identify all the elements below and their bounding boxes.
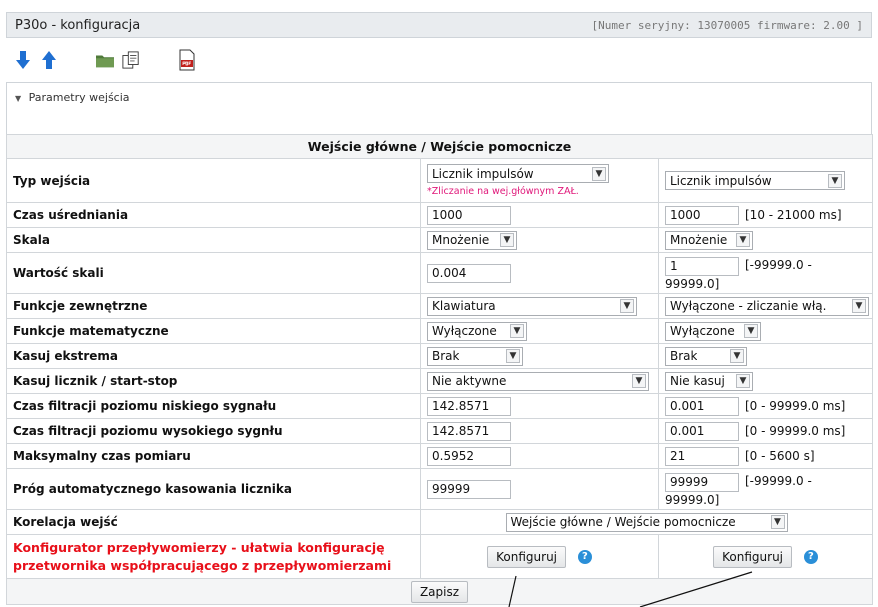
info-icon[interactable]: ? — [803, 549, 818, 564]
chevron-down-icon: ▼ — [500, 233, 514, 247]
folder-icon[interactable] — [96, 49, 114, 71]
external-functions-aux-select[interactable]: Wyłączone - zliczanie włą. ▼ — [665, 296, 869, 316]
scale-aux-select[interactable]: Mnożenie ▼ — [665, 230, 753, 250]
range-text-cont: 99999.0] — [665, 492, 720, 507]
table-row: Kasuj ekstrema Brak ▼ Brak ▼ — [6, 343, 873, 369]
info-icon[interactable]: ? — [577, 549, 592, 564]
table-row: Próg automatycznego kasowania licznika 9… — [6, 468, 873, 510]
row-label: Próg automatycznego kasowania licznika — [6, 468, 421, 510]
range-text: [10 - 21000 ms] — [745, 207, 842, 222]
table-row: Typ wejścia Licznik impulsów ▼ *Zliczani… — [6, 158, 873, 203]
chevron-down-icon: ▼ — [770, 515, 785, 529]
table-row: Czas filtracji poziomu niskiego sygnału … — [6, 393, 873, 419]
scale-main-select[interactable]: Mnożenie ▼ — [427, 230, 517, 250]
input-type-main-select[interactable]: Licznik impulsów ▼ — [427, 164, 609, 183]
row-label: Czas filtracji poziomu niskiego sygnału — [6, 393, 421, 419]
reset-extrema-aux-select[interactable]: Brak ▼ — [665, 346, 747, 366]
row-label: Kasuj licznik / start-stop — [6, 368, 421, 394]
serial-info: [Numer seryjny: 13070005 firmware: 2.00 … — [591, 18, 863, 32]
chevron-down-icon: ▼ — [592, 166, 606, 181]
table-row: Funkcje matematyczne Wyłączone ▼ Wyłączo… — [6, 318, 873, 344]
copy-icon[interactable] — [122, 49, 140, 71]
row-label: Skala — [6, 227, 421, 253]
low-filter-main-input[interactable]: 142.8571 — [427, 396, 511, 416]
arrow-down-icon[interactable] — [14, 49, 32, 71]
save-button[interactable]: Zapisz — [410, 580, 469, 603]
chevron-down-icon: ▼ — [632, 374, 646, 388]
table-row: Funkcje zewnętrzne Klawiatura ▼ Wyłączon… — [6, 293, 873, 319]
chevron-down-icon: ▼ — [736, 233, 750, 247]
reset-counter-main-select[interactable]: Nie aktywne ▼ — [427, 371, 649, 391]
window-titlebar: P30o - konfiguracja [Numer seryjny: 1307… — [6, 12, 872, 38]
row-label: Kasuj ekstrema — [6, 343, 421, 369]
table-row: Konfigurator przepływomierzy - ułatwia k… — [6, 534, 873, 579]
chevron-down-icon: ▼ — [506, 349, 520, 363]
range-text: [0 - 99999.0 ms] — [745, 423, 846, 438]
auto-reset-aux-input[interactable]: 99999 — [665, 472, 739, 492]
chevron-down-icon: ▼ — [510, 324, 524, 338]
chevron-down-icon: ▼ — [620, 299, 634, 313]
input-type-aux-select[interactable]: Licznik impulsów ▼ — [665, 171, 845, 190]
scale-value-main-input[interactable]: 0.004 — [427, 263, 511, 283]
parameters-panel: ▼ Parametry wejścia — [6, 82, 872, 134]
reset-extrema-main-select[interactable]: Brak ▼ — [427, 346, 523, 366]
panel-title: Parametry wejścia — [28, 91, 130, 104]
auto-reset-main-input[interactable]: 99999 — [427, 479, 511, 499]
chevron-down-icon: ▼ — [828, 173, 842, 188]
scale-value-aux-input[interactable]: 1 — [665, 256, 739, 276]
table-row: Kasuj licznik / start-stop Nie aktywne ▼… — [6, 368, 873, 394]
configure-main-button[interactable]: Konfiguruj — [487, 545, 567, 568]
collapse-triangle-icon: ▼ — [15, 94, 22, 103]
range-text: [0 - 5600 s] — [745, 448, 815, 463]
arrow-up-icon[interactable] — [40, 49, 58, 71]
external-functions-main-select[interactable]: Klawiatura ▼ — [427, 296, 637, 316]
max-time-main-input[interactable]: 0.5952 — [427, 446, 511, 466]
table-header: Wejście główne / Wejście pomocnicze — [6, 134, 873, 159]
row-label: Typ wejścia — [6, 158, 421, 203]
input-correlation-select[interactable]: Wejście główne / Wejście pomocnicze ▼ — [505, 512, 788, 532]
table-row: Korelacja wejść Wejście główne / Wejście… — [6, 509, 873, 535]
table-row: Maksymalny czas pomiaru 0.5952 21 [0 - 56… — [6, 443, 873, 469]
row-label: Czas filtracji poziomu wysokiego sygnłu — [6, 418, 421, 444]
table-row: Wartość skali 0.004 1 [-99999.0 - 99999.… — [6, 252, 873, 294]
row-label: Funkcje zewnętrzne — [6, 293, 421, 319]
averaging-time-main-input[interactable]: 1000 — [427, 205, 511, 225]
panel-toggle[interactable]: ▼ Parametry wejścia — [15, 91, 130, 104]
row-label: Korelacja wejść — [6, 509, 421, 535]
config-table: Wejście główne / Wejście pomocnicze Typ … — [6, 134, 873, 605]
math-functions-aux-select[interactable]: Wyłączone ▼ — [665, 321, 761, 341]
max-time-aux-input[interactable]: 21 — [665, 446, 739, 466]
hint-text: *Zliczanie na wej.głównym ZAŁ. — [427, 186, 579, 197]
row-label: Maksymalny czas pomiaru — [6, 443, 421, 469]
table-row: Skala Mnożenie ▼ Mnożenie ▼ — [6, 227, 873, 253]
averaging-time-aux-input[interactable]: 1000 — [665, 205, 739, 225]
window-title: P30o - konfiguracja — [15, 17, 141, 33]
chevron-down-icon: ▼ — [852, 299, 866, 313]
chevron-down-icon: ▼ — [730, 349, 744, 363]
chevron-down-icon: ▼ — [736, 374, 750, 388]
table-footer: Zapisz — [6, 578, 873, 605]
range-text-cont: 99999.0] — [665, 276, 720, 291]
range-text: [0 - 99999.0 ms] — [745, 398, 846, 413]
pdf-icon[interactable] — [178, 49, 196, 71]
range-text: [-99999.0 - — [745, 473, 812, 488]
high-filter-aux-input[interactable]: 0.001 — [665, 421, 739, 441]
row-label: Wartość skali — [6, 252, 421, 294]
low-filter-aux-input[interactable]: 0.001 — [665, 396, 739, 416]
high-filter-main-input[interactable]: 142.8571 — [427, 421, 511, 441]
reset-counter-aux-select[interactable]: Nie kasuj ▼ — [665, 371, 753, 391]
toolbar — [14, 46, 196, 74]
table-row: Czas filtracji poziomu wysokiego sygnłu … — [6, 418, 873, 444]
flowmeter-configurator-label: Konfigurator przepływomierzy - ułatwia k… — [6, 534, 421, 579]
math-functions-main-select[interactable]: Wyłączone ▼ — [427, 321, 527, 341]
row-label: Czas uśredniania — [6, 202, 421, 228]
configure-aux-button[interactable]: Konfiguruj — [713, 545, 793, 568]
row-label: Funkcje matematyczne — [6, 318, 421, 344]
chevron-down-icon: ▼ — [744, 324, 758, 338]
range-text: [-99999.0 - — [745, 257, 812, 272]
table-row: Czas uśredniania 1000 1000 [10 - 21000 ms… — [6, 202, 873, 228]
